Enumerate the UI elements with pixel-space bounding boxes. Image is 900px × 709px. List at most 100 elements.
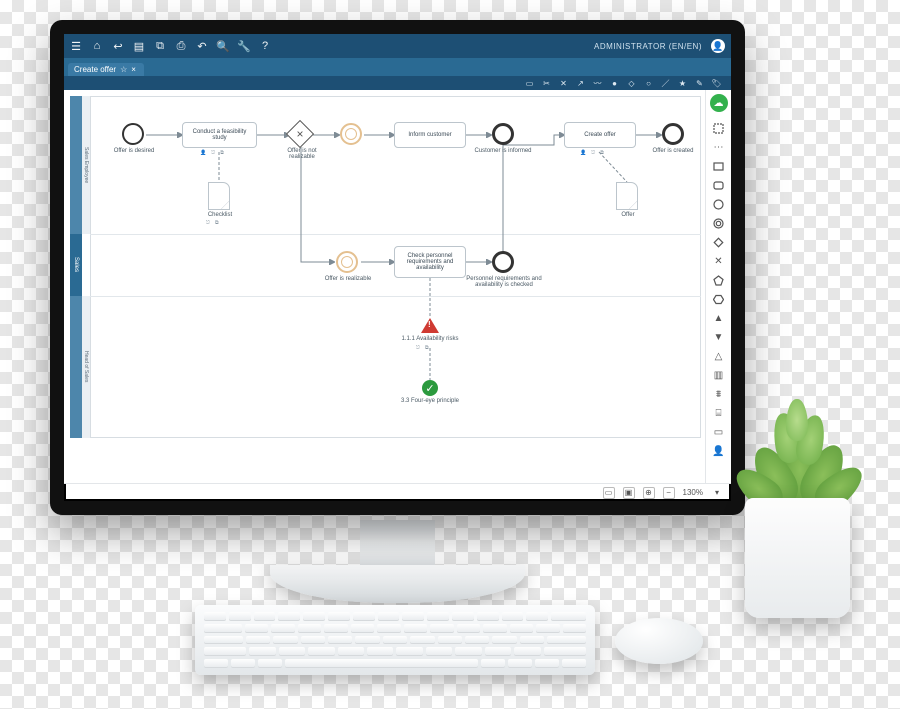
undo-icon[interactable]: ↶ [196,40,208,52]
user-label[interactable]: ADMINISTRATOR (EN/EN) [594,42,702,51]
tool-star-icon[interactable]: ★ [678,79,687,88]
close-tab-icon[interactable]: × [131,65,136,74]
task-feasibility-markers: 👤⎋⧉ [200,150,224,156]
palette-ring-icon[interactable] [712,217,725,230]
checklist-markers: ⎋⧉ [206,220,219,226]
tool-curve-icon[interactable]: 〰 [593,79,602,88]
control-label: 3.3 Four-eye principle [394,398,466,404]
lane-head-of-sales-label: Head of Sales [82,296,90,438]
menu-icon[interactable]: ☰ [70,40,82,52]
data-object-checklist-label: Checklist [198,212,242,218]
task-create-offer[interactable]: Create offer [564,122,636,148]
zoom-out-icon[interactable]: − [663,487,675,499]
palette-selection-icon[interactable] [712,122,725,135]
task-create-offer-markers: 👤⎋⧉ [580,150,604,156]
back-icon[interactable]: ↩ [112,40,124,52]
mouse-prop [615,618,703,664]
end-event-offer-created[interactable] [662,123,684,145]
tool-x-icon[interactable]: ✕ [559,79,568,88]
view-mode-2-icon[interactable]: ▣ [623,487,635,499]
pool-sales-header[interactable]: Sales [70,234,82,296]
avatar[interactable]: 👤 [711,39,725,53]
palette-rect-icon[interactable] [712,160,725,173]
palette-chart-icon[interactable]: ⩩ [712,388,725,401]
zoom-dropdown-icon[interactable]: ▾ [711,487,723,499]
fit-icon[interactable]: ⊕ [643,487,655,499]
status-bar: ▭ ▣ ⊕ − 130% ▾ [64,483,731,501]
plant-prop [740,375,860,515]
tab-bar: Create offer ☆ × [64,58,731,76]
monitor-stand-base [270,565,525,603]
palette-dots-icon[interactable]: ⋯ [712,141,725,154]
lane-sales-employee-label: Sales Employee [82,96,90,234]
tool-dot-icon[interactable]: ● [610,79,619,88]
tool-event-icon[interactable]: ○ [644,79,653,88]
tool-tag-icon[interactable]: 🏷 [712,79,721,88]
end-event-customer-informed-label: Customer is informed [468,148,538,154]
start-event-label: Offer is desired [106,148,162,154]
plant-pot-prop [745,498,850,618]
lane-separator-1 [90,234,701,235]
palette-hexagon-icon[interactable] [712,293,725,306]
intermediate-event-2[interactable] [336,251,358,273]
copy-icon[interactable]: ⧉ [154,40,166,52]
end-event-personnel-checked[interactable] [492,251,514,273]
tab-create-offer[interactable]: Create offer ☆ × [68,63,144,76]
data-object-checklist[interactable] [208,182,230,210]
intermediate-event-1[interactable] [340,123,362,145]
star-icon[interactable]: ☆ [120,65,127,74]
main-toolbar: ☰ ⌂ ↩ ▤ ⧉ ⎙ ↶ 🔍 🔧 ? ADMINISTRATOR (EN/EN… [64,34,731,58]
tool-cut-icon[interactable]: ✂ [542,79,551,88]
data-object-offer[interactable] [616,182,638,210]
palette-doc-icon[interactable]: ▭ [712,426,725,439]
task-inform-customer[interactable]: Inform customer [394,122,466,148]
palette-bars-icon[interactable]: ▥ [712,369,725,382]
search-icon[interactable]: 🔍 [217,40,229,52]
gateway-label-not-realizable: Offer is not realizable [278,148,326,160]
zoom-level[interactable]: 130% [683,488,703,497]
lane-head-of-sales-header[interactable] [70,296,82,438]
start-event[interactable] [122,123,144,145]
home-icon[interactable]: ⌂ [91,40,103,52]
palette-person-icon[interactable]: 👤 [712,445,725,458]
end-event-personnel-checked-label: Personnel requirements and availability … [462,276,546,288]
keyboard-prop [195,605,595,675]
tab-title: Create offer [74,65,116,74]
palette-triangle-down-icon[interactable]: ▼ [712,331,725,344]
risk-label: 1.1.1 Availability risks [394,336,466,342]
monitor-frame: ☰ ⌂ ↩ ▤ ⧉ ⎙ ↶ 🔍 🔧 ? ADMINISTRATOR (EN/EN… [50,20,745,515]
risk-markers: ⎋⧉ [416,345,429,351]
tools-icon[interactable]: 🔧 [238,40,250,52]
workspace: Sales Employee Sales Head of Sales [64,90,731,483]
end-event-customer-informed[interactable] [492,123,514,145]
palette-round-rect-icon[interactable] [712,179,725,192]
shape-palette: ☁ ⋯ ✕ ▲ ▼ △ ▥ ⩩ ⌸ ▭ 👤 [705,90,731,483]
print-icon[interactable]: ⎙ [175,40,187,52]
risk-icon[interactable] [421,318,439,333]
tool-gateway-icon[interactable]: ◇ [627,79,636,88]
shapes-toolbar: ▭ ✂ ✕ ↗ 〰 ● ◇ ○ ／ ★ ✎ 🏷 [64,76,731,90]
view-mode-1-icon[interactable]: ▭ [603,487,615,499]
file-icon[interactable]: ▤ [133,40,145,52]
lane-sales-employee-header[interactable] [70,96,82,234]
cloud-sync-button[interactable]: ☁ [710,94,728,112]
tool-rect-icon[interactable]: ▭ [525,79,534,88]
palette-alert-icon[interactable]: △ [712,350,725,363]
task-check-personnel[interactable]: Check personnel requirements and availab… [394,246,466,278]
palette-pentagon-icon[interactable] [712,274,725,287]
tool-arrow-icon[interactable]: ↗ [576,79,585,88]
tool-line-icon[interactable]: ／ [661,79,670,88]
data-object-offer-label: Offer [610,212,646,218]
lane-separator-2 [90,296,701,297]
palette-diamond-x-icon[interactable]: ✕ [712,255,725,268]
task-feasibility[interactable]: Conduct a feasibility study [182,122,257,148]
help-icon[interactable]: ? [259,40,271,52]
control-icon[interactable]: ✓ [422,380,438,396]
diagram-canvas[interactable]: Sales Employee Sales Head of Sales [64,90,705,483]
tool-pen-icon[interactable]: ✎ [695,79,704,88]
palette-triangle-icon[interactable]: ▲ [712,312,725,325]
palette-diamond-icon[interactable] [712,236,725,249]
palette-circle-icon[interactable] [712,198,725,211]
gateway-label-realizable: Offer is realizable [316,276,380,282]
palette-db-icon[interactable]: ⌸ [712,407,725,420]
